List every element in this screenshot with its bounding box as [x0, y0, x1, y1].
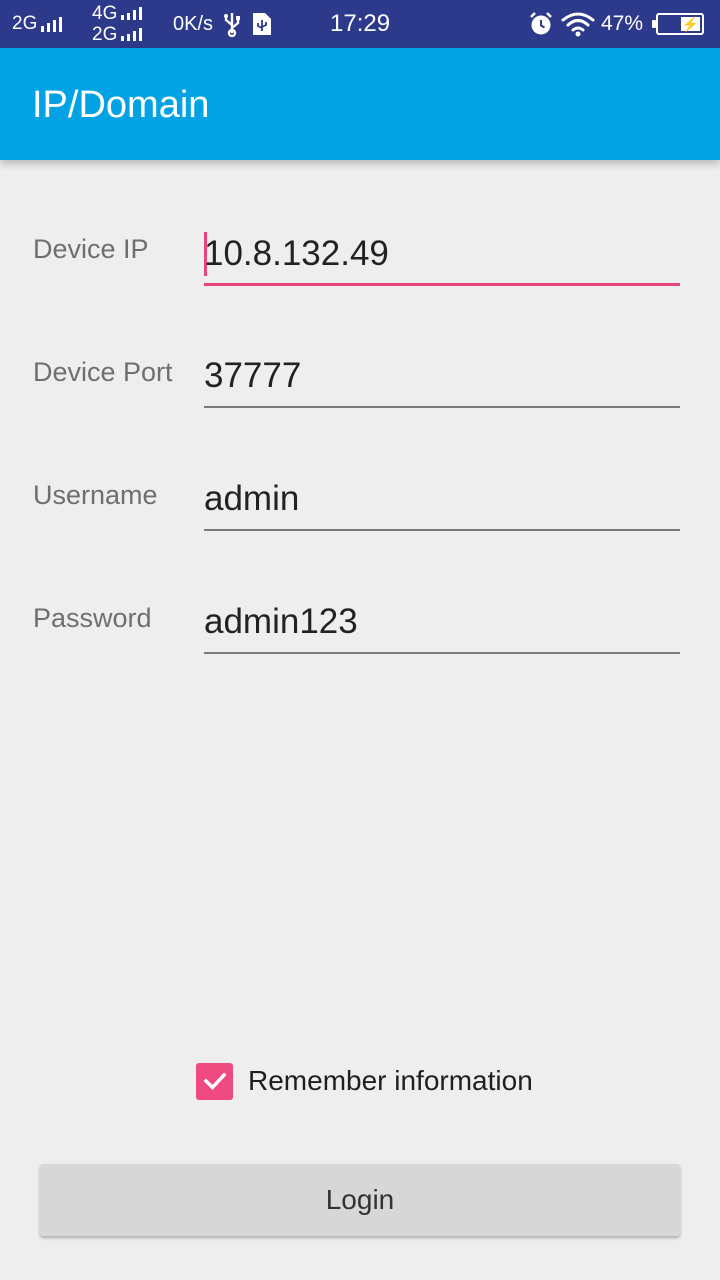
wifi-icon: [561, 0, 595, 48]
usb-icon: [222, 0, 242, 48]
sim1-signal: 2G: [12, 0, 63, 48]
usb-debug-icon: [250, 0, 274, 48]
password-value: admin123: [204, 602, 358, 641]
password-field[interactable]: admin123: [204, 596, 680, 654]
sim1-network-label: 2G: [12, 13, 38, 34]
net-speed-text: 0K/s: [173, 12, 214, 35]
sim2-network-label-top: 4G: [92, 2, 118, 24]
signal-icon: [121, 28, 143, 41]
clock: 17:29: [330, 0, 390, 48]
battery-icon: ⚡: [652, 0, 704, 48]
field-underline: [204, 406, 680, 408]
username-label: Username: [33, 480, 158, 510]
password-label: Password: [33, 603, 152, 633]
field-underline: [204, 652, 680, 654]
app-bar: IP/Domain: [0, 48, 720, 160]
device-ip-field[interactable]: 10.8.132.49: [204, 228, 680, 286]
remember-label: Remember information: [248, 1065, 533, 1096]
status-bar: 2G 4G 2G 0K/s 17:29 47% ⚡: [0, 0, 720, 48]
device-port-field[interactable]: 37777: [204, 350, 680, 408]
remember-checkbox[interactable]: [196, 1062, 233, 1100]
username-value: admin: [204, 479, 300, 518]
field-underline: [204, 529, 680, 531]
remember-row[interactable]: Remember information: [196, 1062, 533, 1100]
device-port-value: 37777: [204, 356, 302, 395]
sim2-network-label-bottom: 2G: [92, 23, 118, 45]
username-field[interactable]: admin: [204, 473, 680, 531]
net-speed: 0K/s: [173, 0, 213, 48]
login-button[interactable]: Login: [40, 1164, 680, 1236]
field-underline: [204, 283, 680, 286]
battery-percent-text: 47%: [601, 12, 644, 35]
signal-icon: [121, 7, 143, 20]
device-ip-label: Device IP: [33, 234, 149, 264]
signal-icon: [41, 16, 63, 32]
battery-percent: 47%: [601, 0, 643, 48]
page-title: IP/Domain: [32, 84, 210, 126]
sim2-signal: 4G 2G: [92, 0, 143, 48]
check-icon: [203, 1072, 226, 1091]
alarm-icon: [528, 0, 554, 48]
device-ip-value: 10.8.132.49: [204, 234, 389, 273]
device-port-label: Device Port: [33, 357, 173, 387]
time-text: 17:29: [330, 10, 391, 37]
